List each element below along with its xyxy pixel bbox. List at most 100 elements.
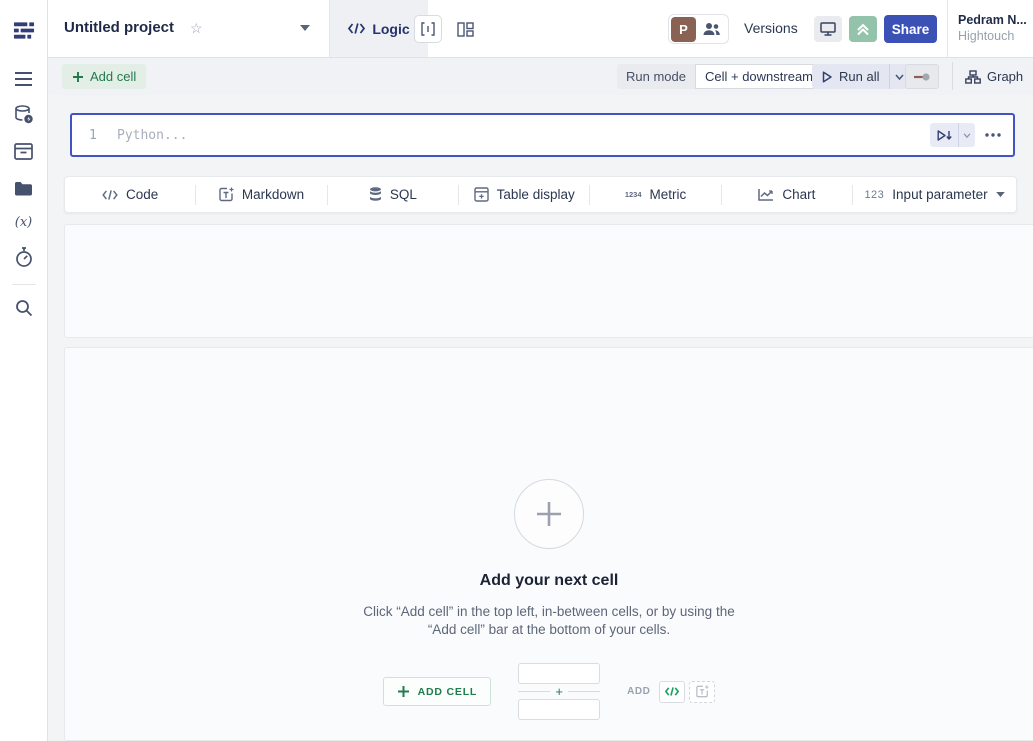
- cell-type-sql[interactable]: SQL: [328, 177, 458, 212]
- plus-icon: [533, 498, 565, 530]
- hint-code-segment: [659, 681, 685, 703]
- kernel-slider-button[interactable]: [905, 64, 939, 89]
- monitor-icon: [820, 22, 836, 36]
- chevron-down-icon: [895, 74, 904, 80]
- hint-markdown-segment: [689, 681, 715, 703]
- app-logo-icon[interactable]: [13, 19, 35, 41]
- markdown-icon: [219, 187, 234, 202]
- empty-state-description: Click “Add cell” in the top left, in-bet…: [363, 603, 734, 639]
- cell-type-chart[interactable]: Chart: [722, 177, 852, 212]
- mini-cell-placeholder: [518, 699, 600, 720]
- archive-box-icon[interactable]: [13, 140, 35, 162]
- cell-line-number: 1: [89, 128, 103, 143]
- outline-menu-icon[interactable]: [13, 68, 35, 90]
- title-dropdown-caret-icon[interactable]: [300, 25, 310, 32]
- add-next-cell-panel: Add your next cell Click “Add cell” in t…: [64, 347, 1033, 741]
- people-icon: [702, 22, 721, 36]
- run-cell-group: [930, 123, 975, 147]
- hint-add-cell-button[interactable]: ADD CELL: [383, 677, 491, 706]
- metric-digits-bottom: 34: [633, 191, 641, 198]
- cell-type-markdown[interactable]: Markdown: [196, 177, 326, 212]
- cell-type-label: Table display: [497, 187, 575, 202]
- run-all-button[interactable]: Run all: [812, 64, 889, 89]
- cell-type-bar: Code Markdown SQL Table: [64, 176, 1017, 213]
- run-cell-button[interactable]: [930, 123, 958, 147]
- add-cell-button[interactable]: Add cell: [62, 64, 146, 89]
- cell-type-input-parameter[interactable]: 123 Input parameter: [853, 177, 1016, 212]
- publish-arrow-icon: [856, 23, 870, 36]
- search-icon[interactable]: [13, 297, 35, 319]
- app-window: (x) Untitled project ☆ Logic: [0, 0, 1033, 741]
- cell-type-label: Input parameter: [892, 187, 987, 202]
- run-all-group: Run all: [812, 64, 908, 89]
- code-icon: [348, 23, 365, 34]
- database-icon: [369, 187, 382, 202]
- run-mode-label: Run mode: [617, 64, 695, 89]
- hint-add-cell-label: ADD CELL: [418, 686, 477, 698]
- user-name: Pedram N...: [958, 12, 1027, 28]
- star-icon[interactable]: ☆: [190, 20, 203, 37]
- code-icon: [665, 687, 679, 696]
- empty-state-description-line1: Click “Add cell” in the top left, in-bet…: [363, 603, 734, 621]
- folder-icon[interactable]: [13, 177, 35, 199]
- hint-add-label: ADD: [627, 686, 650, 697]
- tab-logic-label: Logic: [372, 21, 409, 37]
- plus-icon: [397, 685, 410, 698]
- split-view-icon: [421, 22, 435, 36]
- share-button[interactable]: Share: [884, 15, 937, 43]
- collaborators-pill[interactable]: P: [668, 14, 729, 44]
- run-all-label: Run all: [839, 69, 879, 84]
- markdown-icon: [696, 685, 709, 698]
- empty-output-panel: [64, 224, 1033, 338]
- plus-icon: [72, 71, 84, 83]
- layout-grid-icon: [457, 22, 474, 37]
- cell-type-label: Metric: [650, 187, 687, 202]
- cell-type-label: Markdown: [242, 187, 304, 202]
- cell-type-table-display[interactable]: Table display: [459, 177, 589, 212]
- layout-view-button[interactable]: [452, 16, 478, 42]
- cell-type-code[interactable]: Code: [65, 177, 195, 212]
- graph-icon: [965, 70, 981, 84]
- code-cell[interactable]: 1 Python...: [70, 113, 1015, 157]
- graph-label: Graph: [987, 69, 1023, 84]
- variables-icon[interactable]: (x): [13, 211, 35, 233]
- hint-between-cells: +: [518, 663, 600, 720]
- table-display-icon: [474, 187, 489, 202]
- cell-type-metric[interactable]: 12 34 Metric: [590, 177, 720, 212]
- run-mode-group: Run mode Cell + downstream: [617, 64, 839, 89]
- cell-type-label: SQL: [390, 187, 417, 202]
- scheduled-runs-icon[interactable]: [13, 246, 35, 268]
- run-downstream-icon: [937, 130, 952, 141]
- sidebar-divider: [12, 284, 36, 285]
- cell-type-label: Chart: [782, 187, 815, 202]
- versions-button[interactable]: Versions: [744, 20, 798, 36]
- toolbar-divider: [952, 62, 953, 90]
- chevron-down-icon: [963, 133, 971, 138]
- empty-state-description-line2: “Add cell” bar at the bottom of your cel…: [363, 621, 734, 639]
- hint-line: [518, 691, 550, 692]
- data-sources-icon[interactable]: [13, 104, 35, 126]
- run-icon: [822, 71, 832, 83]
- split-view-button[interactable]: [414, 15, 442, 43]
- add-cell-circle-button[interactable]: [514, 479, 584, 549]
- header-divider: [947, 0, 948, 57]
- run-mode-value: Cell + downstream: [705, 69, 813, 84]
- app-preview-button[interactable]: [814, 16, 842, 42]
- more-options-icon[interactable]: [985, 133, 1001, 137]
- graph-button[interactable]: Graph: [965, 64, 1023, 89]
- run-cell-caret-button[interactable]: [958, 123, 975, 147]
- empty-state-title: Add your next cell: [480, 572, 619, 590]
- user-block[interactable]: Pedram N... Hightouch: [958, 12, 1027, 44]
- avatar: P: [671, 17, 696, 42]
- input-parameter-123-icon: 123: [864, 189, 884, 201]
- publish-button[interactable]: [849, 16, 877, 42]
- cell-code-input[interactable]: Python...: [117, 128, 930, 143]
- code-icon: [102, 190, 118, 200]
- project-title[interactable]: Untitled project: [64, 19, 174, 36]
- add-cell-label: Add cell: [90, 69, 136, 84]
- chart-icon: [758, 188, 774, 201]
- notebook-toolbar: Add cell Run mode Cell + downstream Run …: [48, 58, 1033, 95]
- hint-add-cell-bar: ADD: [627, 681, 715, 703]
- chevron-down-icon: [996, 192, 1005, 198]
- left-sidebar: (x): [0, 0, 48, 741]
